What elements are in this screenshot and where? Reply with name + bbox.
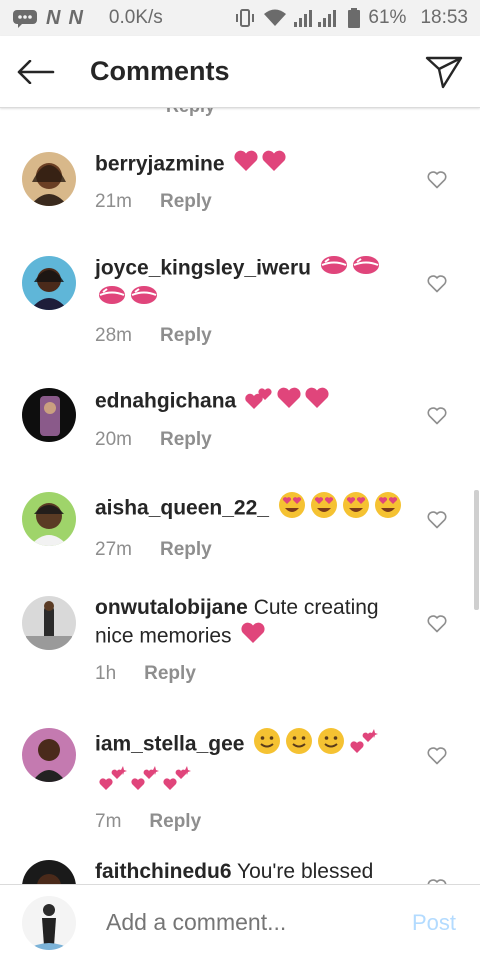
avatar[interactable] — [22, 152, 76, 206]
sparkle-emoji-icon — [129, 764, 159, 800]
comment-time: 21m — [95, 191, 132, 212]
reply-button[interactable]: Reply — [144, 660, 196, 688]
arrow-left-icon — [17, 59, 55, 84]
comment-username[interactable]: berryjazmine — [95, 153, 225, 176]
comment-emojis — [275, 492, 403, 520]
vibrate-icon — [234, 8, 256, 28]
comment-time: 27m — [95, 539, 132, 560]
comment-username[interactable]: faithchinedu6 — [95, 860, 232, 883]
comment-emojis — [238, 622, 266, 648]
network-speed: 0.0K/s — [108, 7, 163, 28]
avatar[interactable] — [22, 728, 76, 782]
share-button[interactable] — [408, 36, 480, 108]
comment-username[interactable]: iam_stella_gee — [95, 733, 244, 756]
heart-emoji-icon — [240, 622, 266, 652]
wifi-icon — [264, 9, 287, 27]
comment-composer: Post — [0, 884, 480, 960]
comment-time: 20m — [95, 429, 132, 450]
heart-eyes-emoji-icon — [341, 490, 371, 528]
comment-text: You're blessed — [236, 860, 374, 883]
like-heart-icon[interactable] — [426, 745, 448, 767]
avatar[interactable] — [22, 388, 76, 442]
sparkle-emoji-icon — [97, 764, 127, 800]
kiss-emoji-icon — [97, 284, 127, 314]
smile-emoji-icon — [284, 726, 314, 764]
comment-time: 28m — [95, 325, 132, 346]
comment-time: 7m — [95, 811, 122, 832]
heart-eyes-emoji-icon — [277, 490, 307, 528]
kiss-emoji-icon — [129, 284, 159, 314]
reply-button[interactable]: Reply — [160, 188, 212, 216]
comment-username[interactable]: joyce_kingsley_iweru — [95, 257, 311, 280]
previous-comment-edge: Reply — [0, 108, 480, 116]
heart-emoji-icon — [233, 150, 259, 180]
like-heart-icon[interactable] — [426, 169, 448, 191]
comment-username[interactable]: aisha_queen_22_ — [95, 497, 269, 520]
comment-username[interactable]: ednahgichana — [95, 390, 236, 413]
comment-emojis-line2 — [95, 286, 159, 310]
reply-button[interactable]: Reply — [149, 808, 201, 836]
avatar[interactable] — [22, 492, 76, 546]
heart-eyes-emoji-icon — [373, 490, 403, 528]
avatar[interactable] — [22, 256, 76, 310]
sparkle-emoji-icon — [161, 764, 191, 800]
battery-icon — [348, 8, 361, 28]
two-hearts-emoji-icon — [244, 386, 274, 418]
comment-emojis — [250, 728, 379, 756]
post-button[interactable]: Post — [412, 910, 456, 936]
like-heart-icon[interactable] — [426, 613, 448, 635]
clock: 18:53 — [420, 7, 468, 28]
kiss-emoji-icon — [319, 254, 349, 284]
comment-emojis — [317, 256, 381, 280]
heart-emoji-icon — [261, 150, 287, 180]
comment-username[interactable]: onwutalobijane — [95, 596, 248, 619]
previous-reply-fragment: Reply — [166, 108, 215, 117]
kiss-emoji-icon — [351, 254, 381, 284]
heart-emoji-icon — [304, 387, 330, 417]
paper-plane-icon — [425, 56, 463, 88]
header: Comments — [0, 36, 480, 108]
avatar[interactable] — [22, 596, 76, 650]
heart-eyes-emoji-icon — [309, 490, 339, 528]
like-heart-icon[interactable] — [426, 273, 448, 295]
add-comment-input[interactable] — [106, 909, 396, 936]
network-n-icon-2: N — [68, 6, 83, 29]
status-bar: N N 0.0K/s 61% 18:53 — [0, 0, 480, 36]
network-n-icon: N — [46, 6, 61, 29]
like-heart-icon[interactable] — [426, 509, 448, 531]
reply-button[interactable]: Reply — [160, 536, 212, 564]
battery-percent: 61% — [368, 7, 407, 28]
heart-emoji-icon — [276, 387, 302, 417]
page-title: Comments — [90, 56, 230, 86]
signal-icon — [294, 9, 340, 27]
smile-emoji-icon — [252, 726, 282, 764]
scrollbar-thumb[interactable] — [474, 490, 479, 610]
comment-emojis-line2 — [95, 766, 191, 793]
comment-emojis — [231, 150, 287, 176]
reply-button[interactable]: Reply — [160, 426, 212, 454]
avatar[interactable] — [22, 860, 76, 884]
back-button[interactable] — [0, 36, 72, 108]
my-avatar — [22, 895, 76, 950]
like-heart-icon[interactable] — [426, 877, 448, 884]
chat-bubble-icon — [12, 8, 38, 28]
comment-time: 1h — [95, 663, 117, 684]
reply-button[interactable]: Reply — [160, 322, 212, 350]
like-heart-icon[interactable] — [426, 405, 448, 427]
sparkle-emoji-icon — [348, 727, 379, 763]
comments-list[interactable]: Reply berryjazmine 21m Reply joyce_kingsl… — [0, 108, 480, 884]
comment-emojis — [242, 387, 330, 413]
smile-emoji-icon — [316, 726, 346, 764]
